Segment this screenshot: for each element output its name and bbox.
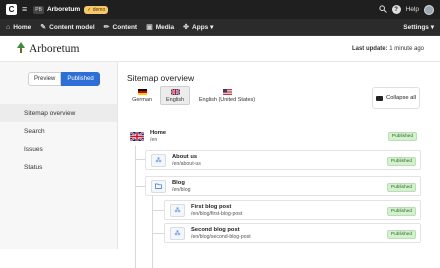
status-badge: Published: [387, 132, 417, 141]
nav-item-label: Home: [13, 23, 32, 31]
tree-connector: [152, 210, 164, 211]
page-icon: ⁂: [170, 226, 185, 240]
project-name[interactable]: Arboretum: [47, 6, 80, 13]
tree-connector: [152, 196, 153, 268]
tree-connector: [152, 233, 164, 234]
status-badge: Published: [386, 183, 416, 192]
node-path: /en/blog/first-blog-post: [191, 210, 243, 217]
tree-icon: [16, 41, 26, 56]
main-content: Sitemap overview German English English …: [118, 62, 440, 268]
nav-item-content[interactable]: ✏ Content: [103, 23, 138, 32]
page-title: Arboretum: [29, 42, 80, 55]
nav-item-content-model[interactable]: ✎ Content model: [40, 23, 95, 32]
app-header: Arboretum Last update: 1 minute ago: [0, 36, 440, 62]
home-icon: ⌂: [6, 23, 11, 31]
status-badge: Published: [386, 230, 416, 239]
collapse-all-label: Collapse all: [386, 95, 416, 101]
sidebar: Preview Published Sitemap overview Searc…: [0, 62, 118, 249]
nav-item-label: Apps ▾: [192, 24, 214, 31]
help-icon[interactable]: ?: [391, 5, 401, 14]
project-badge: PB: [33, 5, 44, 14]
folder-icon: [376, 95, 384, 101]
nav-item-settings[interactable]: Settings ▾: [403, 23, 434, 31]
node-path: /en/about-us: [172, 160, 201, 167]
menu-icon[interactable]: ≡: [22, 5, 27, 14]
sidebar-menu: Sitemap overview Search Issues Status: [0, 104, 117, 176]
tree-node-blog[interactable]: Blog /en/blog Published: [145, 176, 421, 196]
tree-connector: [135, 146, 136, 268]
uk-flag-icon: [170, 88, 180, 95]
nav-item-label: Settings ▾: [403, 24, 434, 31]
node-title: Blog: [172, 179, 185, 186]
nav-item-media[interactable]: ▣ Media: [146, 23, 175, 32]
tree-node-second-blog-post[interactable]: ⁂ Second blog post /en/blog/second-blog-…: [164, 223, 421, 243]
status-badge: Published: [386, 207, 416, 216]
search-icon[interactable]: [379, 4, 387, 15]
node-title: First blog post: [191, 203, 232, 210]
language-label: English: [165, 96, 185, 103]
folder-icon: [151, 179, 166, 193]
page-icon: ⁂: [151, 153, 166, 167]
nav-item-home[interactable]: ⌂ Home: [6, 24, 31, 31]
language-option-german[interactable]: German: [127, 86, 157, 105]
top-bar-actions: ? Help: [379, 4, 434, 15]
top-bar: C ≡ PB Arboretum ✓ demo ? Help: [0, 0, 440, 19]
sidebar-item-status[interactable]: Status: [0, 158, 117, 176]
status-badge: Published: [386, 157, 416, 166]
environment-badge[interactable]: ✓ demo: [84, 5, 109, 14]
nav-item-label: Media: [155, 23, 175, 31]
preview-button[interactable]: Preview: [28, 72, 62, 86]
node-path: /en/blog: [172, 186, 191, 193]
app-window: C ≡ PB Arboretum ✓ demo ? Help ⌂ Home ✎ …: [0, 0, 440, 268]
node-title: Second blog post: [191, 226, 240, 233]
published-button[interactable]: Published: [61, 72, 100, 86]
tree-node-home[interactable]: Home /en Published: [127, 126, 421, 146]
node-path: /en: [150, 136, 158, 143]
sidebar-item-issues[interactable]: Issues: [0, 140, 117, 158]
last-update-label: Last update:: [351, 45, 388, 52]
nav-item-label: Content model: [49, 23, 95, 31]
preview-published-toggle: Preview Published: [28, 72, 100, 86]
section-title: Sitemap overview: [127, 73, 195, 83]
avatar[interactable]: [424, 4, 434, 15]
us-flag-icon: [222, 88, 232, 95]
nav-item-label: Content: [112, 23, 138, 31]
language-option-english-us[interactable]: English (United States): [193, 86, 261, 105]
page-icon: ⁂: [170, 203, 185, 217]
app-logo-icon[interactable]: C: [6, 4, 17, 15]
sidebar-item-search[interactable]: Search: [0, 122, 117, 140]
node-title: Home: [150, 129, 167, 136]
tree-node-first-blog-post[interactable]: ⁂ First blog post /en/blog/first-blog-po…: [164, 200, 421, 220]
tree-connector: [135, 159, 145, 160]
pen-icon: ✏: [103, 24, 110, 31]
language-switcher: German English English (United States): [127, 86, 261, 105]
language-option-english[interactable]: English: [160, 86, 190, 105]
sidebar-item-sitemap-overview[interactable]: Sitemap overview: [0, 104, 117, 122]
tree-node-about-us[interactable]: ⁂ About us /en/about-us Published: [145, 150, 421, 170]
language-label: German: [132, 96, 152, 103]
language-label: English (United States): [198, 96, 256, 103]
germany-flag-icon: [137, 88, 147, 95]
node-path: /en/blog/second-blog-post: [191, 233, 251, 240]
last-update-value: 1 minute ago: [389, 45, 424, 52]
node-title: About us: [172, 153, 198, 160]
nav-item-apps[interactable]: ✤ Apps ▾: [183, 23, 213, 31]
last-update: Last update: 1 minute ago: [352, 46, 424, 52]
image-icon: ▣: [146, 24, 153, 31]
wrench-icon: ✎: [40, 24, 47, 31]
help-label[interactable]: Help: [406, 6, 419, 13]
apps-icon: ✤: [183, 24, 190, 31]
collapse-all-button[interactable]: Collapse all: [372, 87, 420, 109]
main-nav: ⌂ Home ✎ Content model ✏ Content ▣ Media…: [0, 19, 440, 36]
uk-flag-icon: [130, 131, 144, 141]
tree-connector: [135, 186, 145, 187]
